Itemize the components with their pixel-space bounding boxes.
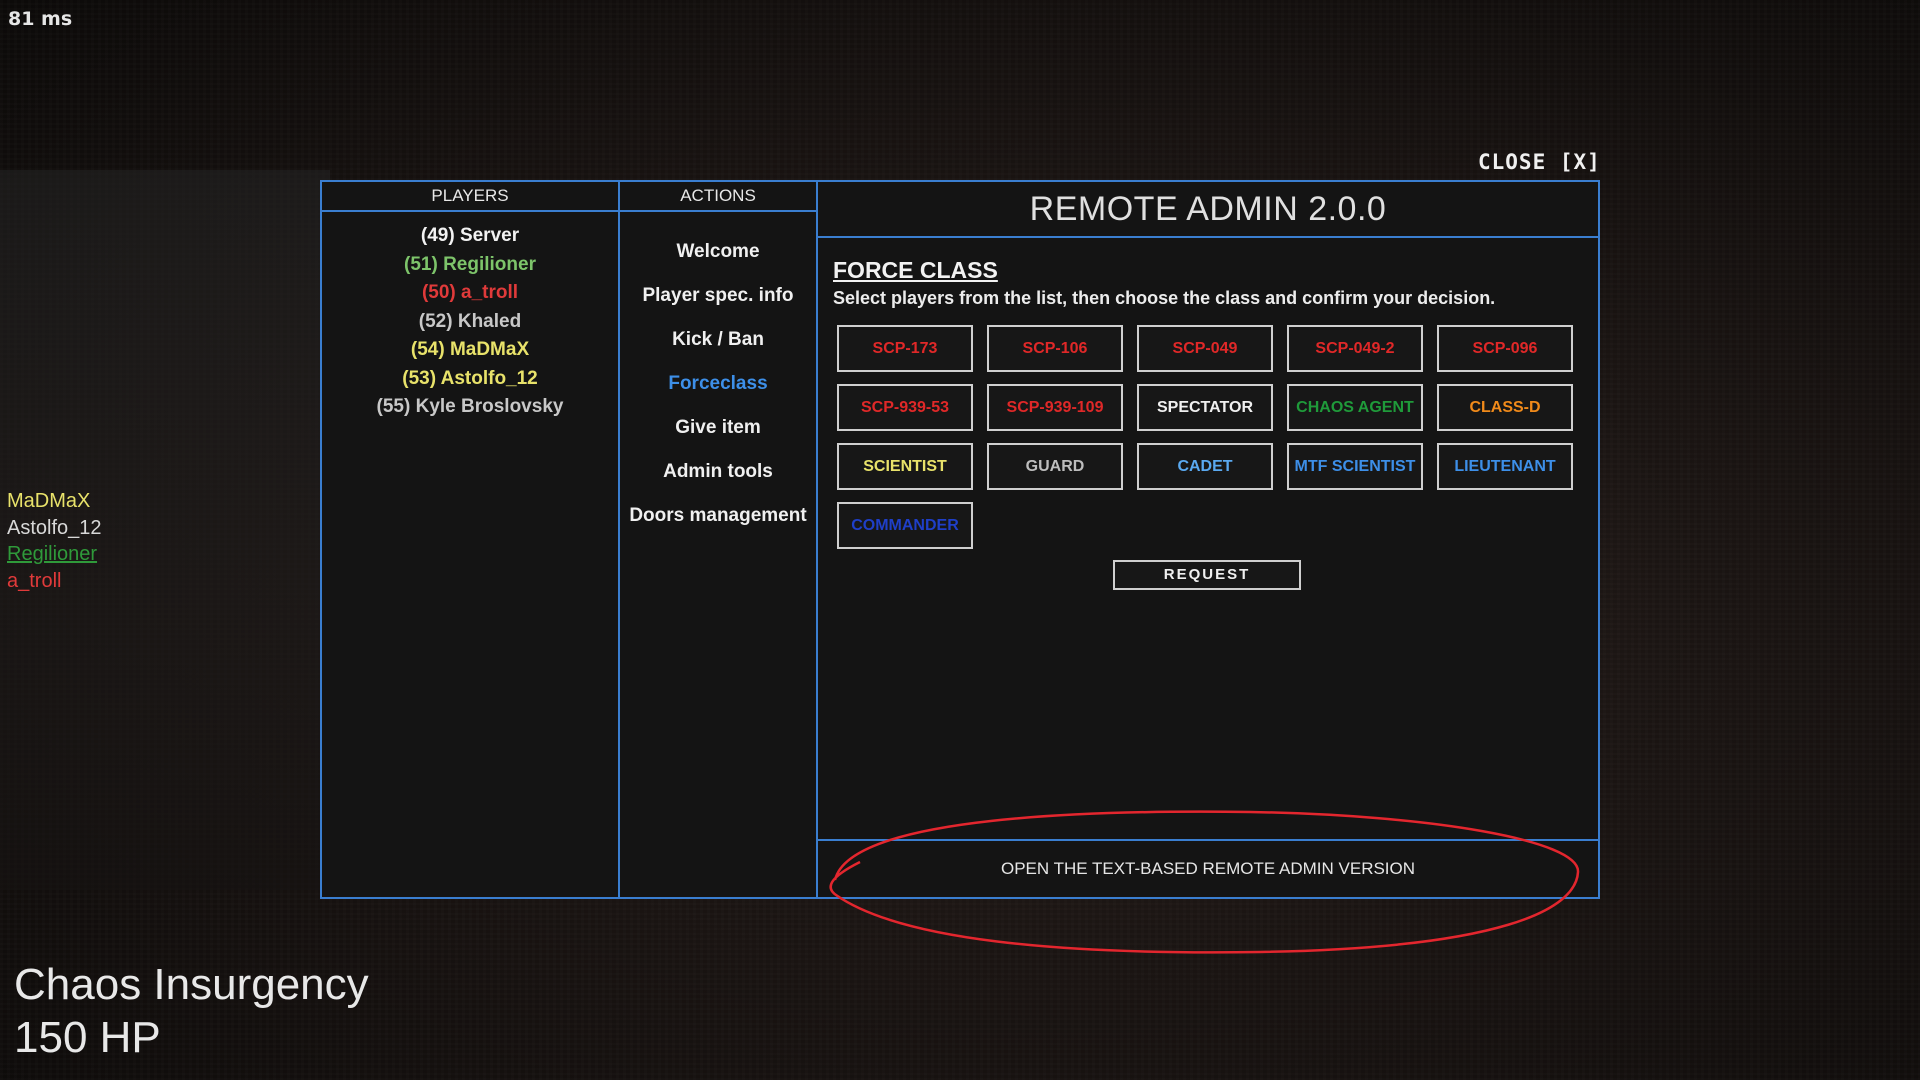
player-status: Chaos Insurgency 150 HP	[14, 958, 369, 1064]
class-button-class-d[interactable]: CLASS-D	[1437, 384, 1573, 431]
class-button-scp-939-109[interactable]: SCP-939-109	[987, 384, 1123, 431]
action-item-give-item[interactable]: Give item	[620, 406, 816, 450]
class-button-scp-106[interactable]: SCP-106	[987, 325, 1123, 372]
nearby-player-name: MaDMaX	[7, 490, 91, 512]
nearby-player-name: Regilioner	[7, 543, 98, 565]
class-button-scp-049-2[interactable]: SCP-049-2	[1287, 325, 1423, 372]
main-column: REMOTE ADMIN 2.0.0 FORCE CLASS Select pl…	[818, 182, 1598, 897]
class-button-scientist[interactable]: SCIENTIST	[837, 443, 973, 490]
action-item-admin-tools[interactable]: Admin tools	[620, 450, 816, 494]
panel-title: REMOTE ADMIN 2.0.0	[818, 182, 1598, 238]
player-item[interactable]: (53) Astolfo_12	[322, 365, 618, 394]
class-button-guard[interactable]: GUARD	[987, 443, 1123, 490]
text-based-admin-button[interactable]: OPEN THE TEXT-BASED REMOTE ADMIN VERSION	[818, 839, 1598, 897]
class-button-scp-173[interactable]: SCP-173	[837, 325, 973, 372]
class-button-scp-049[interactable]: SCP-049	[1137, 325, 1273, 372]
class-button-mtf-scientist[interactable]: MTF SCIENTIST	[1287, 443, 1423, 490]
players-header: PLAYERS	[322, 182, 618, 212]
player-item[interactable]: (52) Khaled	[322, 308, 618, 337]
player-item[interactable]: (51) Regilioner	[322, 251, 618, 280]
actions-column: ACTIONS Welcome Player spec. info Kick / B…	[620, 182, 818, 897]
nearby-player-name: Astolfo_12	[7, 516, 102, 539]
ping-readout: 81 ms	[8, 8, 73, 30]
class-button-commander[interactable]: COMMANDER	[837, 502, 973, 549]
hp-label: 150 HP	[14, 1013, 161, 1062]
class-button-scp-096[interactable]: SCP-096	[1437, 325, 1573, 372]
class-button-cadet[interactable]: CADET	[1137, 443, 1273, 490]
player-item[interactable]: (55) Kyle Broslovsky	[322, 393, 618, 422]
player-item[interactable]: (54) MaDMaX	[322, 336, 618, 365]
class-button-scp-939-53[interactable]: SCP-939-53	[837, 384, 973, 431]
close-button[interactable]: CLOSE [X]	[1478, 150, 1601, 174]
action-list: Welcome Player spec. info Kick / Ban Forcec…	[620, 212, 816, 538]
actions-header: ACTIONS	[620, 182, 816, 212]
players-column: PLAYERS (49) Server (51) Regilioner (50) a…	[322, 182, 620, 897]
request-button[interactable]: REQUEST	[1113, 560, 1301, 590]
action-item-player-spec-info[interactable]: Player spec. info	[620, 274, 816, 318]
player-item[interactable]: (50) a_troll	[322, 279, 618, 308]
action-item-welcome[interactable]: Welcome	[620, 230, 816, 274]
action-item-forceclass[interactable]: Forceclass	[620, 362, 816, 406]
section-title: FORCE CLASS	[833, 257, 998, 283]
class-button-chaos-agent[interactable]: CHAOS AGENT	[1287, 384, 1423, 431]
team-label: Chaos Insurgency	[14, 960, 369, 1009]
nearby-player-list: MaDMaX Astolfo_12 Regilioner a_troll	[7, 488, 102, 594]
section-description: Select players from the list, then choos…	[833, 288, 1496, 308]
class-button-lieutenant[interactable]: LIEUTENANT	[1437, 443, 1573, 490]
nearby-player-name: a_troll	[7, 569, 62, 592]
action-item-kick-ban[interactable]: Kick / Ban	[620, 318, 816, 362]
player-item[interactable]: (49) Server	[322, 222, 618, 251]
player-list: (49) Server (51) Regilioner (50) a_troll (5…	[322, 212, 618, 422]
action-item-doors-management[interactable]: Doors management	[620, 494, 816, 538]
remote-admin-panel: PLAYERS (49) Server (51) Regilioner (50) a…	[320, 180, 1600, 899]
class-button-spectator[interactable]: SPECTATOR	[1137, 384, 1273, 431]
